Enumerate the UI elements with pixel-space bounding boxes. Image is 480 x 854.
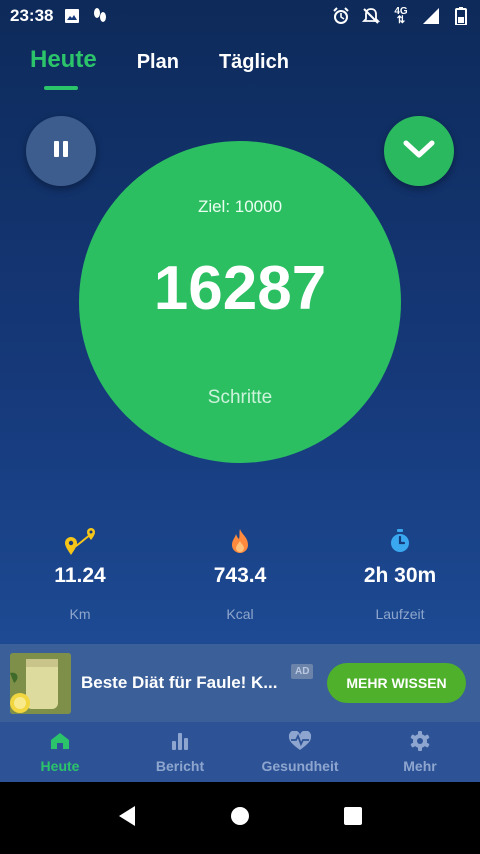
stat-calories: 743.4 Kcal	[160, 524, 320, 622]
stats-row: 11.24 Km 743.4 Kcal 2h 30m Laufzeit	[0, 524, 480, 622]
collapse-button[interactable]	[384, 116, 454, 186]
back-icon[interactable]	[117, 805, 137, 832]
calories-label: Kcal	[226, 606, 254, 622]
pause-icon	[51, 139, 71, 164]
nav-item-gesundheit[interactable]: Gesundheit	[240, 722, 360, 782]
step-count: 16287	[153, 254, 327, 323]
nav-label-bericht: Bericht	[155, 758, 205, 774]
chevron-down-icon	[403, 139, 435, 164]
data-arrows-icon: ⇅	[396, 15, 406, 26]
step-counter-circle[interactable]: Ziel: 10000 16287 Schritte	[79, 141, 401, 463]
stopwatch-icon	[388, 524, 412, 558]
nav-item-heute[interactable]: Heute	[0, 722, 120, 782]
ad-banner[interactable]: Beste Diät für Faule! K... AD MEHR WISSE…	[0, 644, 480, 722]
ad-cta-button[interactable]: MEHR WISSEN	[327, 663, 466, 703]
heartbeat-icon	[288, 730, 312, 752]
map-pin-route-icon	[62, 524, 98, 558]
pause-button[interactable]	[26, 116, 96, 186]
bar-chart-icon	[170, 730, 190, 752]
gear-icon	[410, 730, 430, 752]
tab-taeglich[interactable]: Täglich	[219, 51, 289, 88]
distance-value: 11.24	[54, 564, 106, 587]
nav-label-mehr: Mehr	[403, 758, 437, 774]
recents-icon[interactable]	[343, 806, 363, 831]
bottom-nav: Heute Bericht Gesundheit Mehr	[0, 722, 480, 782]
status-bar: 23:38 4G ⇅	[0, 0, 480, 32]
system-nav-bar	[0, 782, 480, 854]
flame-icon	[228, 524, 252, 558]
status-time: 23:38	[10, 6, 54, 25]
stat-distance: 11.24 Km	[0, 524, 160, 622]
network-4g-icon: 4G ⇅	[392, 7, 410, 26]
home-button-icon[interactable]	[230, 806, 250, 831]
footsteps-icon	[91, 7, 109, 25]
nav-item-bericht[interactable]: Bericht	[120, 722, 240, 782]
ad-title[interactable]: Beste Diät für Faule! K...	[81, 673, 285, 693]
top-tabs: Heute Plan Täglich	[30, 46, 289, 90]
stat-duration: 2h 30m Laufzeit	[320, 524, 480, 622]
calories-value: 743.4	[213, 564, 267, 587]
tab-plan[interactable]: Plan	[137, 51, 179, 88]
image-icon	[63, 7, 81, 25]
ad-badge: AD	[291, 664, 314, 679]
home-icon	[50, 730, 70, 752]
step-goal: Ziel: 10000	[197, 197, 283, 216]
step-label: Schritte	[207, 387, 273, 408]
duration-label: Laufzeit	[375, 606, 425, 622]
tab-heute[interactable]: Heute	[30, 46, 97, 90]
notifications-off-icon	[362, 7, 380, 25]
nav-label-gesundheit: Gesundheit	[261, 758, 339, 774]
distance-label: Km	[69, 606, 91, 622]
duration-value: 2h 30m	[363, 564, 437, 587]
alarm-icon	[332, 7, 350, 25]
battery-icon	[452, 7, 470, 25]
ad-image[interactable]	[10, 652, 71, 714]
nav-label-heute: Heute	[40, 758, 80, 774]
signal-icon	[422, 7, 440, 25]
nav-item-mehr[interactable]: Mehr	[360, 722, 480, 782]
